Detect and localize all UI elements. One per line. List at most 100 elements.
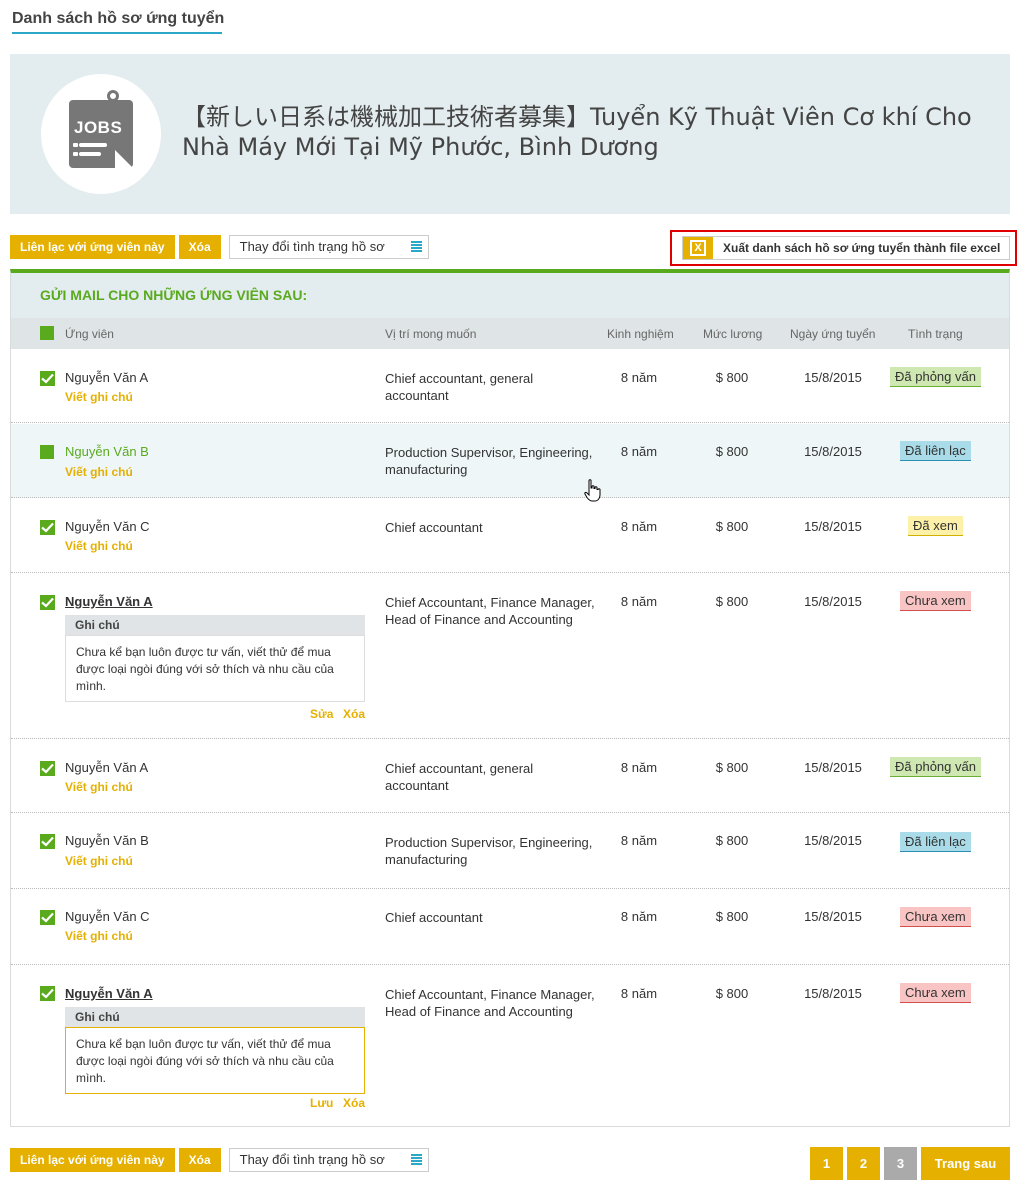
apply-date: 15/8/2015 <box>804 760 862 775</box>
checkmark-icon <box>41 912 54 923</box>
note-title: Ghi chú <box>65 615 365 635</box>
checkmark-icon <box>41 522 54 533</box>
experience: 8 năm <box>620 909 658 924</box>
column-header: Ứng viên Vị trí mong muốn Kinh nghiệm Mứ… <box>11 318 1009 349</box>
candidate-name[interactable]: Nguyễn Văn C <box>65 909 150 924</box>
write-note-link[interactable]: Viết ghi chú <box>65 390 133 404</box>
next-page-button[interactable]: Trang sau <box>921 1147 1010 1180</box>
col-position: Vị trí mong muốn <box>385 327 477 341</box>
salary: $ 800 <box>715 370 749 385</box>
delete-button[interactable]: Xóa <box>178 235 221 259</box>
jobs-icon: JOBS <box>41 74 161 194</box>
candidate-name[interactable]: Nguyễn Văn B <box>65 833 149 848</box>
apply-date: 15/8/2015 <box>804 833 862 848</box>
col-salary: Mức lương <box>703 327 763 341</box>
status-badge: Đã phỏng vấn <box>890 367 981 387</box>
checkmark-icon <box>41 988 54 999</box>
col-date: Ngày ứng tuyển <box>790 327 876 341</box>
salary: $ 800 <box>715 833 749 848</box>
experience: 8 năm <box>620 370 658 385</box>
salary: $ 800 <box>715 444 749 459</box>
apply-date: 15/8/2015 <box>804 909 862 924</box>
export-excel-label: Xuất danh sách hồ sơ ứng tuyển thành fil… <box>723 241 1001 255</box>
experience: 8 năm <box>620 760 658 775</box>
status-badge: Đã liên lạc <box>900 832 971 852</box>
row-checkbox[interactable] <box>40 595 55 610</box>
candidate-name[interactable]: Nguyễn Văn A <box>65 370 148 385</box>
status-select[interactable]: Thay đổi tình trạng hồ sơ <box>228 235 429 259</box>
page-button-2[interactable]: 2 <box>847 1147 880 1180</box>
table-row[interactable]: Nguyễn Văn A Viết ghi chú Chief accounta… <box>11 740 1009 813</box>
write-note-link[interactable]: Viết ghi chú <box>65 854 133 868</box>
contact-candidate-button[interactable]: Liên lạc với ứng viên này <box>10 1148 175 1172</box>
delete-button[interactable]: Xóa <box>178 1148 221 1172</box>
row-checkbox[interactable] <box>40 910 55 925</box>
page-button-1[interactable]: 1 <box>810 1147 843 1180</box>
table-row[interactable]: Nguyễn Văn A Ghi chú Chưa kể bạn luôn đư… <box>11 574 1009 739</box>
bottom-toolbar: Liên lạc với ứng viên này Xóa Thay đổi t… <box>10 1148 429 1172</box>
candidate-name[interactable]: Nguyễn Văn A <box>65 760 148 775</box>
col-experience: Kinh nghiệm <box>607 327 674 341</box>
select-all-checkbox[interactable] <box>40 326 54 340</box>
candidate-name[interactable]: Nguyễn Văn C <box>65 519 150 534</box>
status-badge: Chưa xem <box>900 983 971 1003</box>
status-badge: Đã liên lạc <box>900 441 971 461</box>
status-badge: Chưa xem <box>900 907 971 927</box>
status-select[interactable]: Thay đổi tình trạng hồ sơ <box>228 1148 429 1172</box>
page-title: Danh sách hồ sơ ứng tuyển <box>12 10 225 27</box>
table-row[interactable]: Nguyễn Văn B Viết ghi chú Production Sup… <box>11 814 1009 889</box>
desired-position: Chief accountant, general accountant <box>385 371 534 403</box>
note-box: Ghi chú Chưa kể bạn luôn được tư vấn, vi… <box>65 1007 365 1094</box>
status-badge: Đã xem <box>908 516 963 536</box>
job-banner: JOBS 【新しい日系は機械加工技術者募集】Tuyển Kỹ Thuật Viê… <box>10 54 1010 214</box>
salary: $ 800 <box>715 519 749 534</box>
desired-position: Chief accountant <box>385 520 483 535</box>
status-select-value: Thay đổi tình trạng hồ sơ <box>239 239 385 254</box>
contact-candidate-button[interactable]: Liên lạc với ứng viên này <box>10 235 175 259</box>
note-delete-link[interactable]: Xóa <box>343 707 365 721</box>
note-delete-link[interactable]: Xóa <box>343 1096 365 1110</box>
table-row[interactable]: Nguyễn Văn C Viết ghi chú Chief accounta… <box>11 890 1009 965</box>
checkmark-icon <box>41 763 54 774</box>
row-checkbox[interactable] <box>40 986 55 1001</box>
table-row[interactable]: Nguyễn Văn A Viết ghi chú Chief accounta… <box>11 349 1009 423</box>
experience: 8 năm <box>620 444 658 459</box>
desired-position: Chief accountant <box>385 910 483 925</box>
export-excel-button[interactable]: X Xuất danh sách hồ sơ ứng tuyển thành f… <box>682 236 1010 260</box>
candidate-name[interactable]: Nguyễn Văn A <box>65 594 153 609</box>
desired-position: Production Supervisor, Engineering, manu… <box>385 445 593 477</box>
col-candidate: Ứng viên <box>65 327 114 341</box>
mail-heading: GỬI MAIL CHO NHỮNG ỨNG VIÊN SAU: <box>11 273 1009 318</box>
row-checkbox[interactable] <box>40 761 55 776</box>
note-textarea[interactable]: Chưa kể bạn luôn được tư vấn, viết thử đ… <box>65 1027 365 1094</box>
table-row[interactable]: Nguyễn Văn B Viết ghi chú Production Sup… <box>11 424 1009 498</box>
candidate-name[interactable]: Nguyễn Văn B <box>65 444 149 459</box>
write-note-link[interactable]: Viết ghi chú <box>65 780 133 794</box>
write-note-link[interactable]: Viết ghi chú <box>65 929 133 943</box>
row-checkbox[interactable] <box>40 445 54 459</box>
table-row[interactable]: Nguyễn Văn A Ghi chú Chưa kể bạn luôn đư… <box>11 966 1009 1126</box>
write-note-link[interactable]: Viết ghi chú <box>65 539 133 553</box>
hand-cursor-icon <box>584 479 601 502</box>
desired-position: Production Supervisor, Engineering, manu… <box>385 835 593 867</box>
status-badge: Đã phỏng vấn <box>890 757 981 777</box>
row-checkbox[interactable] <box>40 834 55 849</box>
row-checkbox[interactable] <box>40 371 55 386</box>
write-note-link[interactable]: Viết ghi chú <box>65 465 133 479</box>
note-box: Ghi chú Chưa kể bạn luôn được tư vấn, vi… <box>65 615 365 702</box>
checkmark-icon <box>41 373 54 384</box>
top-toolbar: Liên lạc với ứng viên này Xóa Thay đổi t… <box>10 235 429 259</box>
page-button-3-current[interactable]: 3 <box>884 1147 917 1180</box>
export-highlight-frame: X Xuất danh sách hồ sơ ứng tuyển thành f… <box>670 230 1017 266</box>
salary: $ 800 <box>715 760 749 775</box>
checkmark-icon <box>41 597 54 608</box>
row-checkbox[interactable] <box>40 520 55 535</box>
desired-position: Chief Accountant, Finance Manager, Head … <box>385 987 595 1019</box>
table-row[interactable]: Nguyễn Văn C Viết ghi chú Chief accounta… <box>11 499 1009 573</box>
salary: $ 800 <box>715 986 749 1001</box>
desired-position: Chief accountant, general accountant <box>385 761 534 793</box>
note-save-link[interactable]: Lưu <box>310 1096 333 1110</box>
salary: $ 800 <box>715 594 749 609</box>
candidate-name[interactable]: Nguyễn Văn A <box>65 986 153 1001</box>
note-edit-link[interactable]: Sửa <box>310 707 333 721</box>
